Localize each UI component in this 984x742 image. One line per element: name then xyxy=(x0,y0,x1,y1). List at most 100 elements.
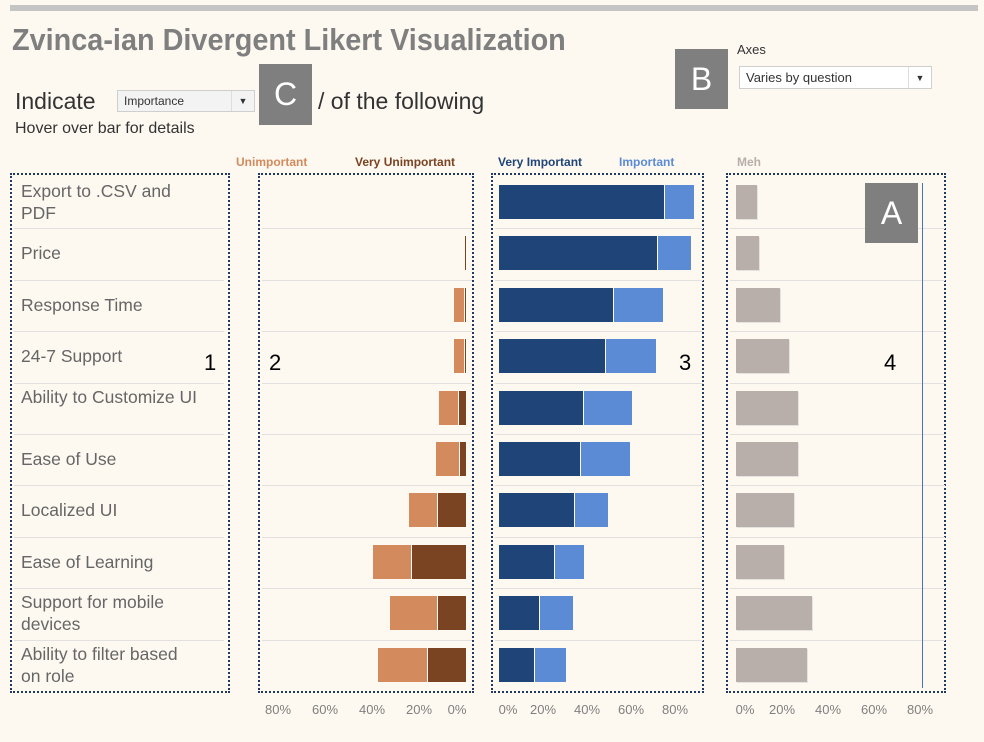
row-divider xyxy=(14,279,224,281)
row-divider xyxy=(730,279,945,281)
axis-tick-negative: 40% xyxy=(358,702,386,717)
bar-meh[interactable] xyxy=(736,339,789,374)
annotation-marker-a: A xyxy=(865,183,918,243)
bar-very-unimportant[interactable] xyxy=(460,442,466,476)
bar-meh[interactable] xyxy=(736,647,808,682)
reference-line xyxy=(922,183,924,688)
bar-meh[interactable] xyxy=(736,185,757,219)
bar-unimportant[interactable] xyxy=(378,647,428,682)
bar-unimportant[interactable] xyxy=(439,390,458,425)
bar-very-important[interactable] xyxy=(499,596,539,631)
axis-tick-negative: 80% xyxy=(264,702,292,717)
bar-important[interactable] xyxy=(605,339,657,374)
row-label: Response Time xyxy=(21,294,143,315)
row-divider xyxy=(14,382,224,384)
bar-unimportant[interactable] xyxy=(435,442,460,476)
bar-important[interactable] xyxy=(535,647,566,682)
bar-very-unimportant[interactable] xyxy=(437,596,466,631)
bar-very-important[interactable] xyxy=(499,390,583,425)
bar-unimportant[interactable] xyxy=(408,493,437,528)
axis-tick-positive: 80% xyxy=(661,702,689,717)
axis-tick-positive: 20% xyxy=(529,702,557,717)
bar-very-important[interactable] xyxy=(499,544,554,579)
axes-select[interactable]: Varies by question ▼ xyxy=(739,66,932,89)
bar-very-important[interactable] xyxy=(499,287,614,322)
bar-important[interactable] xyxy=(614,287,663,322)
bar-very-important[interactable] xyxy=(499,442,581,476)
row-label: Ability to Customize UI xyxy=(21,386,198,407)
bar-important[interactable] xyxy=(555,544,584,579)
row-divider xyxy=(262,434,472,435)
bar-unimportant[interactable] xyxy=(389,596,437,631)
bar-very-important[interactable] xyxy=(499,185,664,219)
axis-tick-negative: 0% xyxy=(447,702,467,717)
chevron-down-icon[interactable]: ▼ xyxy=(231,91,254,111)
bar-important[interactable] xyxy=(665,185,694,219)
axis-tick-neutral: 0% xyxy=(735,702,755,717)
bar-unimportant[interactable] xyxy=(454,287,464,322)
measure-select-value: Importance xyxy=(124,94,185,108)
row-divider xyxy=(14,639,224,641)
axes-label: Axes xyxy=(737,42,766,57)
bar-very-unimportant[interactable] xyxy=(411,544,466,579)
bar-very-important[interactable] xyxy=(499,647,535,682)
row-label: 24-7 Support xyxy=(21,346,123,367)
legend-very-important: Very Important xyxy=(498,155,583,169)
bar-very-unimportant[interactable] xyxy=(464,339,466,374)
row-divider xyxy=(262,331,472,333)
bar-meh[interactable] xyxy=(736,596,812,631)
row-divider xyxy=(730,588,945,590)
row-divider xyxy=(495,228,703,230)
measure-select[interactable]: Importance ▼ xyxy=(117,90,255,112)
annotation-marker-c: C xyxy=(259,64,312,125)
bar-unimportant[interactable] xyxy=(373,544,411,579)
chevron-down-icon[interactable]: ▼ xyxy=(908,67,931,88)
bar-very-unimportant[interactable] xyxy=(428,647,466,682)
row-divider xyxy=(262,382,472,384)
row-divider xyxy=(14,588,224,590)
bar-very-unimportant[interactable] xyxy=(464,287,466,322)
bar-important[interactable] xyxy=(658,236,692,271)
bar-important[interactable] xyxy=(583,390,632,425)
bar-meh[interactable] xyxy=(736,544,785,579)
row-divider xyxy=(730,639,945,641)
row-divider xyxy=(262,279,472,281)
row-divider xyxy=(262,228,472,230)
row-divider xyxy=(495,536,703,538)
axis-tick-negative: 20% xyxy=(405,702,433,717)
row-label: Ease of Use xyxy=(21,449,117,469)
row-divider xyxy=(495,331,703,333)
bar-important[interactable] xyxy=(581,442,630,476)
axis-tick-positive: 0% xyxy=(498,702,518,717)
row-divider xyxy=(14,536,224,538)
axis-tick-neutral: 40% xyxy=(814,702,842,717)
axis-tick-positive: 60% xyxy=(617,702,645,717)
top-divider xyxy=(10,5,978,11)
bar-meh[interactable] xyxy=(736,493,794,528)
hover-hint: Hover over bar for details xyxy=(15,120,195,137)
axes-select-value: Varies by question xyxy=(746,70,852,85)
bar-very-unimportant[interactable] xyxy=(464,236,466,271)
bar-very-unimportant[interactable] xyxy=(437,493,466,528)
axis-tick-positive: 40% xyxy=(573,702,601,717)
bar-unimportant[interactable] xyxy=(454,339,464,374)
bar-meh[interactable] xyxy=(736,442,799,476)
legend-meh: Meh xyxy=(737,155,761,169)
bar-very-unimportant[interactable] xyxy=(458,390,466,425)
bar-important[interactable] xyxy=(539,596,573,631)
bar-meh[interactable] xyxy=(736,236,759,271)
row-divider xyxy=(495,639,703,641)
row-divider xyxy=(730,434,945,435)
legend-unimportant: Unimportant xyxy=(236,155,308,169)
row-divider xyxy=(495,434,703,435)
panel-number-3: 3 xyxy=(679,350,692,375)
bar-important[interactable] xyxy=(574,493,608,528)
bar-meh[interactable] xyxy=(736,287,780,322)
bar-meh[interactable] xyxy=(736,390,799,425)
panel-number-2: 2 xyxy=(269,350,282,375)
legend-important: Important xyxy=(619,155,675,169)
bar-very-important[interactable] xyxy=(499,493,574,528)
panel-number-4: 4 xyxy=(884,350,897,375)
bar-very-important[interactable] xyxy=(499,339,605,374)
bar-very-important[interactable] xyxy=(499,236,658,271)
